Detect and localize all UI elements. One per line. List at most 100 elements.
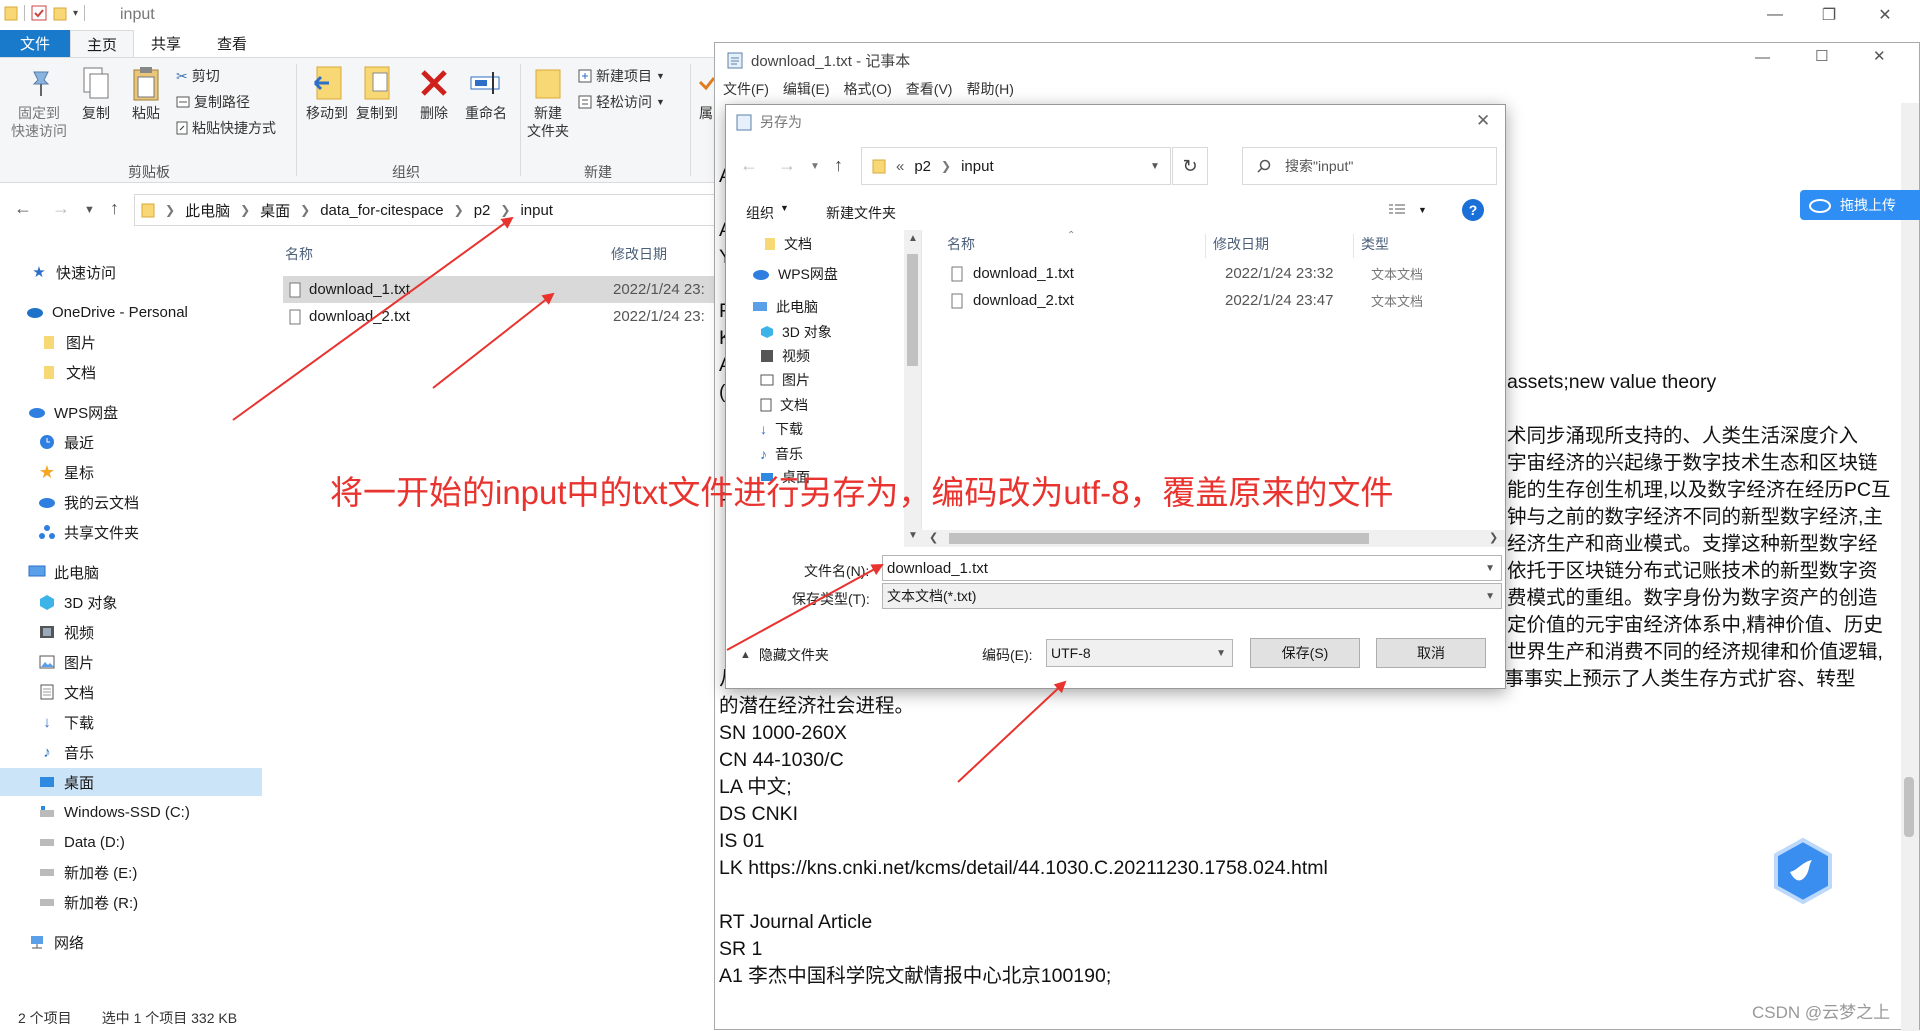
list-scrollbar-thumb[interactable] (949, 533, 1369, 544)
cancel-button[interactable]: 取消 (1376, 638, 1486, 668)
copy-to-button[interactable]: 复制到 (354, 64, 400, 122)
breadcrumb-p2[interactable]: p2 (474, 202, 491, 219)
forward-arrow-icon[interactable]: → (778, 155, 796, 176)
cloud-upload-button[interactable]: 拖拽上传 (1800, 190, 1920, 220)
notepad-maximize-button[interactable]: ☐ (1815, 47, 1828, 65)
notepad-close-button[interactable]: ✕ (1873, 47, 1886, 65)
menu-help[interactable]: 帮助(H) (966, 79, 1013, 99)
save-as-path[interactable]: « p2 ❯ input ▼ (861, 147, 1171, 185)
close-button[interactable]: ✕ (1862, 0, 1908, 30)
breadcrumb[interactable]: ❯ 此电脑 ❯ 桌面 ❯ data_for-citespace ❯ p2 ❯ i… (134, 194, 734, 226)
breadcrumb-this-pc[interactable]: 此电脑 (185, 200, 230, 221)
nav-quick-access[interactable]: ★ 快速访问 (0, 258, 262, 286)
save-button[interactable]: 保存(S) (1250, 638, 1360, 668)
chevron-down-icon[interactable]: ▼ (1485, 563, 1495, 574)
organize-button[interactable]: 组织 ▼ (746, 203, 789, 223)
nav-drive-c[interactable]: Windows-SSD (C:) (0, 798, 262, 826)
tab-home[interactable]: 主页 (70, 30, 134, 57)
new-folder-button[interactable]: 新建 文件夹 (524, 64, 572, 140)
nav-drive-d[interactable]: Data (D:) (0, 828, 262, 856)
pin-quick-access-button[interactable]: 固定到 快速访问 (8, 64, 70, 140)
new-folder-button[interactable]: 新建文件夹 (826, 203, 896, 223)
nav-downloads[interactable]: ↓ 下载 (0, 708, 262, 736)
easy-access-button[interactable]: 轻松访问 ▼ (578, 92, 665, 112)
column-header-name[interactable]: 名称 (947, 230, 975, 258)
tree-pictures[interactable]: 图片 (760, 366, 810, 394)
recent-locations-icon[interactable]: ▼ (810, 161, 820, 172)
minimize-button[interactable]: — (1752, 0, 1798, 30)
save-as-close-button[interactable]: ✕ (1476, 111, 1490, 131)
nav-starred[interactable]: ★ 星标 (0, 458, 262, 486)
path-input[interactable]: input (961, 158, 994, 175)
cut-button[interactable]: ✂ 剪切 (176, 66, 220, 86)
copy-path-button[interactable]: 复制路径 (176, 92, 250, 112)
move-to-button[interactable]: 移动到 (304, 64, 350, 122)
breadcrumb-data-for-citespace[interactable]: data_for-citespace (320, 202, 443, 219)
tab-view[interactable]: 查看 (202, 30, 262, 57)
filetype-select[interactable]: 文本文档(*.txt) ▼ (882, 583, 1502, 609)
help-icon[interactable]: ? (1462, 199, 1484, 221)
tree-this-pc[interactable]: 此电脑 (752, 293, 818, 321)
paste-button[interactable]: 粘贴 (126, 64, 166, 122)
refresh-button[interactable]: ↻ (1172, 147, 1208, 185)
breadcrumb-desktop[interactable]: 桌面 (260, 200, 290, 221)
nav-onedrive[interactable]: OneDrive - Personal (0, 298, 262, 326)
maximize-button[interactable]: ❐ (1806, 0, 1852, 30)
nav-videos[interactable]: 视频 (0, 618, 262, 646)
scrollbar-thumb[interactable] (1904, 777, 1914, 837)
column-header-type[interactable]: 类型 (1361, 230, 1389, 258)
view-options-button[interactable]: ▼ (1388, 203, 1427, 217)
save-as-search[interactable]: 搜索"input" (1242, 147, 1497, 185)
nav-documents-2[interactable]: 文档 (0, 678, 262, 706)
column-header-date[interactable]: 修改日期 (1213, 230, 1269, 258)
file-row[interactable]: download_2.txt 2022/1/24 23:47 文本文档 (921, 287, 1505, 314)
nav-recent[interactable]: 最近 (0, 428, 262, 456)
notepad-minimize-button[interactable]: — (1755, 49, 1770, 66)
nav-music[interactable]: ♪ 音乐 (0, 738, 262, 766)
nav-my-cloud[interactable]: 我的云文档 (0, 488, 262, 516)
delete-button[interactable]: 删除 (414, 64, 454, 122)
chevron-down-icon[interactable]: ▼ (1150, 161, 1160, 172)
file-row[interactable]: download_1.txt 2022/1/24 23: (283, 276, 720, 303)
chevron-down-icon[interactable]: ▼ (1485, 591, 1495, 602)
tab-file[interactable]: 文件 (0, 30, 70, 57)
paste-shortcut-button[interactable]: 粘贴快捷方式 (176, 118, 276, 138)
breadcrumb-input[interactable]: input (520, 202, 553, 219)
forward-arrow-icon[interactable]: → (52, 198, 70, 219)
nav-network[interactable]: 网络 (0, 928, 262, 956)
tree-documents[interactable]: 文档 (764, 230, 812, 258)
nav-pictures-2[interactable]: 图片 (0, 648, 262, 676)
new-item-button[interactable]: 新建项目 ▼ (578, 66, 665, 86)
encoding-select[interactable]: UTF-8 ▼ (1046, 639, 1233, 667)
file-row[interactable]: download_1.txt 2022/1/24 23:32 文本文档 (921, 260, 1505, 287)
nav-shared[interactable]: 共享文件夹 (0, 518, 262, 546)
hide-folders-toggle[interactable]: ▲ 隐藏文件夹 (740, 645, 829, 665)
nav-pictures[interactable]: 图片 (0, 328, 262, 356)
column-header-date[interactable]: 修改日期 (611, 240, 667, 268)
nav-documents[interactable]: 文档 (0, 358, 262, 386)
menu-format[interactable]: 格式(O) (844, 79, 892, 99)
file-row[interactable]: download_2.txt 2022/1/24 23: (283, 303, 720, 330)
nav-3d-objects[interactable]: 3D 对象 (0, 588, 262, 616)
menu-edit[interactable]: 编辑(E) (783, 79, 830, 99)
notepad-vertical-scrollbar[interactable] (1901, 103, 1919, 1031)
customize-dropdown-icon[interactable]: ▾ (73, 8, 78, 19)
column-header-name[interactable]: 名称 (285, 240, 313, 268)
path-p2[interactable]: p2 (914, 158, 931, 175)
menu-file[interactable]: 文件(F) (723, 79, 769, 99)
back-arrow-icon[interactable]: ← (14, 198, 32, 219)
filename-input[interactable]: download_1.txt ▼ (882, 555, 1502, 581)
up-arrow-icon[interactable]: ↑ (834, 155, 843, 176)
up-arrow-icon[interactable]: ↑ (110, 198, 119, 219)
back-arrow-icon[interactable]: ← (740, 155, 758, 176)
nav-wps[interactable]: WPS网盘 (0, 398, 262, 426)
nav-drive-r[interactable]: 新加卷 (R:) (0, 888, 262, 916)
new-folder-quick-icon[interactable] (53, 5, 67, 21)
properties-check-icon[interactable] (31, 5, 47, 21)
nav-drive-e[interactable]: 新加卷 (E:) (0, 858, 262, 886)
tree-wps[interactable]: WPS网盘 (752, 260, 838, 288)
floating-assistant-icon[interactable] (1772, 838, 1834, 904)
tab-share[interactable]: 共享 (136, 30, 196, 57)
nav-desktop[interactable]: 桌面 (0, 768, 262, 796)
copy-button[interactable]: 复制 (76, 64, 116, 122)
